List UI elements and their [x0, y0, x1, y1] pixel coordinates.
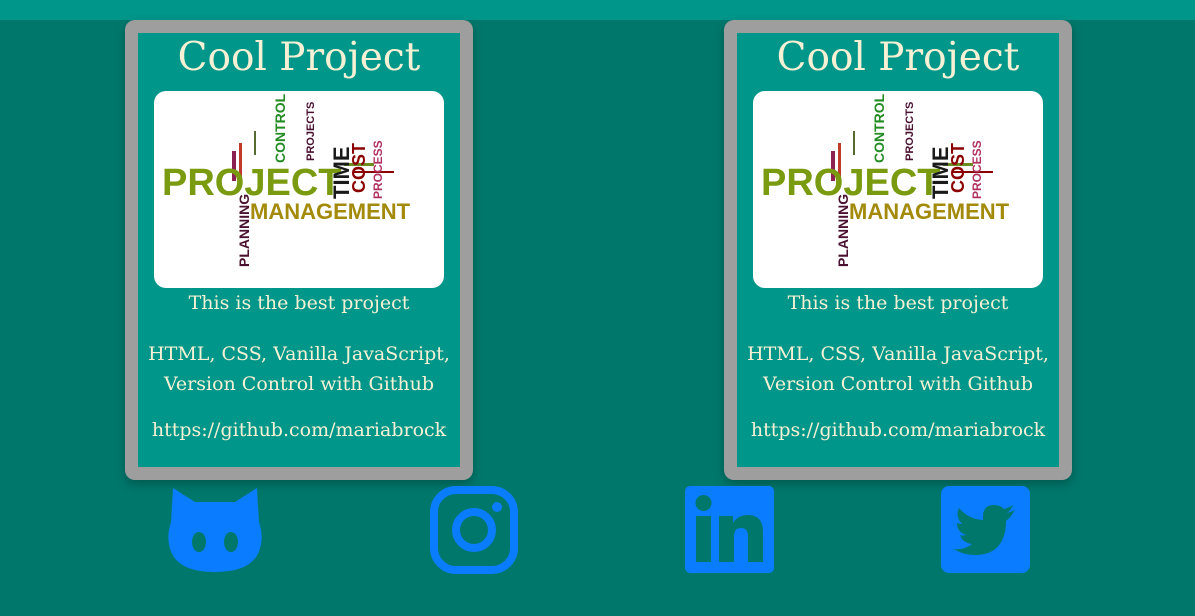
image-word: PROCESS	[970, 140, 984, 199]
image-word: COST	[948, 143, 968, 193]
image-word: MANAGEMENT	[250, 199, 411, 224]
project-image: PROJECT MANAGEMENT TIME COST CONTROL PLA…	[753, 91, 1043, 288]
project-description: This is the best project	[787, 292, 1009, 314]
image-word: CONTROL	[871, 93, 887, 163]
linkedin-icon[interactable]	[685, 486, 775, 574]
github-icon[interactable]	[167, 486, 263, 576]
project-card: Cool Project PROJECT MANAGEMENT TIME COS…	[724, 20, 1072, 480]
image-word: MANAGEMENT	[849, 199, 1010, 224]
project-image: PROJECT MANAGEMENT TIME COST CONTROL PLA…	[154, 91, 444, 288]
image-word: PROJECTS	[305, 102, 317, 161]
project-tech: HTML, CSS, Vanilla JavaScript, Version C…	[747, 343, 1049, 395]
image-word: COST	[349, 143, 369, 193]
image-word: CONTROL	[272, 93, 288, 163]
image-word: PLANNING	[236, 194, 252, 267]
project-description: This is the best project	[188, 292, 410, 314]
instagram-icon[interactable]	[430, 486, 518, 574]
project-link[interactable]: https://github.com/mariabrock	[138, 419, 460, 441]
project-title: Cool Project	[776, 35, 1020, 80]
image-word: PROCESS	[371, 140, 385, 199]
project-card: Cool Project PROJECT MANAGEMENT TIME COS…	[125, 20, 473, 480]
image-word: PLANNING	[835, 194, 851, 267]
image-word: PROJECTS	[904, 102, 916, 161]
project-tech: HTML, CSS, Vanilla JavaScript, Version C…	[148, 343, 450, 395]
top-bar	[0, 0, 1195, 20]
project-link[interactable]: https://github.com/mariabrock	[737, 419, 1059, 441]
twitter-icon[interactable]	[941, 486, 1030, 574]
project-title: Cool Project	[177, 35, 421, 80]
